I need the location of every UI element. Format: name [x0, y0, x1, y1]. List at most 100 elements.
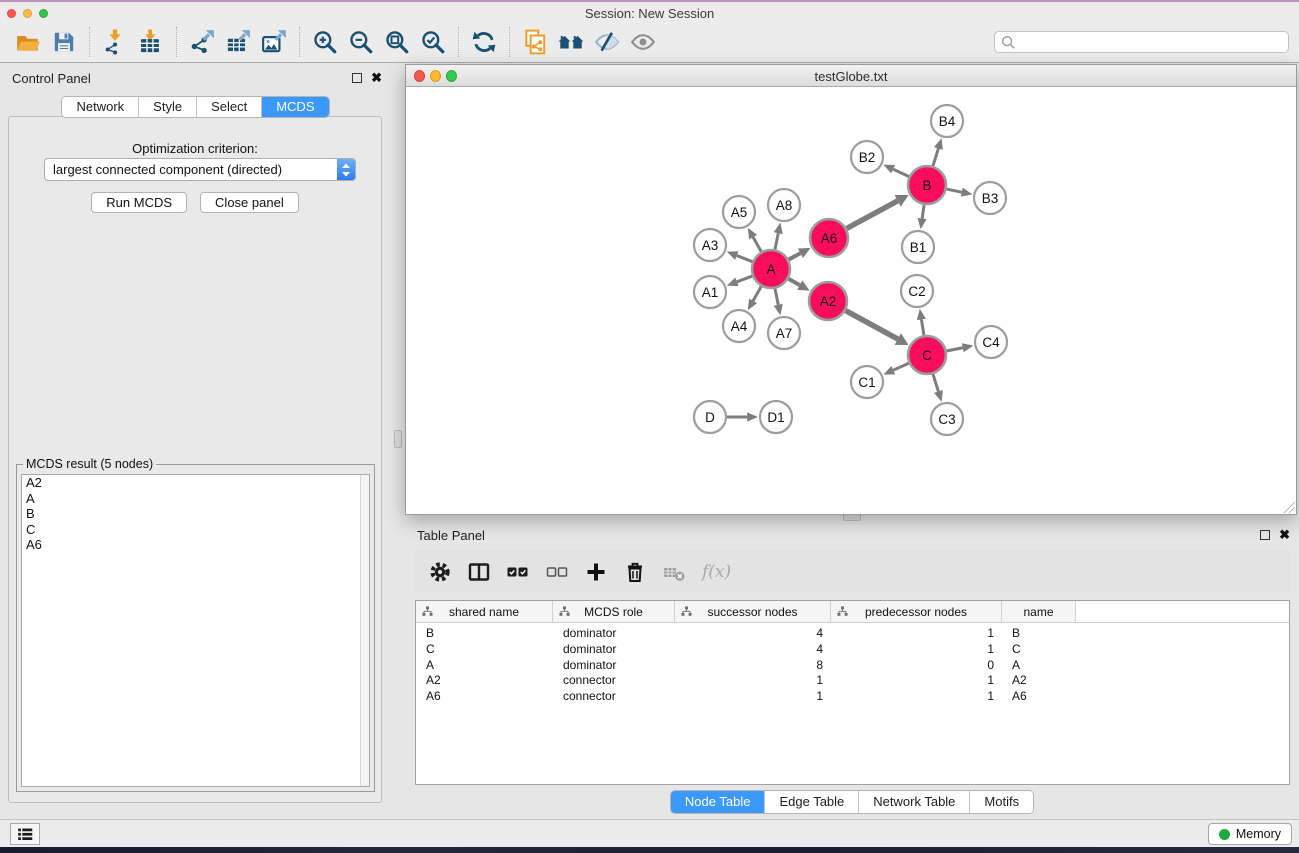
result-item[interactable]: A6 [22, 537, 369, 553]
edge-A6-B[interactable] [847, 201, 898, 229]
network-graph: AA1A3A4A5A7A8A6A2BB1B2B3B4CC1C2C3C4DD1 [406, 87, 1296, 515]
tab-node-table[interactable]: Node Table [671, 791, 766, 813]
search-input[interactable] [1016, 33, 1283, 51]
table-options-gear-button[interactable] [429, 561, 451, 583]
edge-C-C2[interactable] [921, 319, 923, 335]
node-label-C4: C4 [982, 335, 1000, 350]
toolbar-separator [509, 27, 510, 57]
new-network-from-selection-button[interactable] [517, 25, 553, 59]
export-network-button[interactable] [184, 25, 220, 59]
edge-B-B3[interactable] [947, 189, 962, 192]
table-row[interactable]: A6connector11A6 [416, 689, 1289, 705]
toolbar-separator [299, 27, 300, 57]
network-window-titlebar[interactable]: testGlobe.txt [406, 65, 1296, 87]
table-row[interactable]: Cdominator41C [416, 642, 1289, 658]
edge-A-A3[interactable] [737, 256, 753, 262]
mcds-result-list[interactable]: A2ABCA6 [21, 474, 370, 787]
tab-motifs[interactable]: Motifs [970, 791, 1033, 813]
edge-C-C1[interactable] [893, 363, 908, 370]
memory-status-dot [1219, 829, 1230, 840]
refresh-button[interactable] [466, 25, 502, 59]
edge-A-A4[interactable] [753, 286, 761, 300]
edge-A-A5[interactable] [753, 237, 761, 251]
mcds-result-group: MCDS result (5 nodes) A2ABCA6 [16, 464, 375, 792]
result-item[interactable]: C [22, 522, 369, 538]
import-table-button[interactable] [133, 25, 169, 59]
arrowhead-icon [747, 412, 758, 421]
network-canvas[interactable]: AA1A3A4A5A7A8A6A2BB1B2B3B4CC1C2C3C4DD1 [406, 87, 1296, 514]
memory-label: Memory [1236, 827, 1281, 841]
edge-A-A1[interactable] [737, 276, 752, 282]
table-header-row: shared nameMCDS rolesuccessor nodesprede… [416, 601, 1289, 623]
mcds-panel-body: Optimization criterion: largest connecte… [8, 116, 382, 803]
edge-A-A6[interactable] [789, 253, 801, 259]
table-row[interactable]: A2connector11A2 [416, 673, 1289, 689]
export-table-button[interactable] [220, 25, 256, 59]
node-label-A5: A5 [731, 205, 748, 220]
search-box[interactable] [994, 31, 1289, 53]
tab-network-table[interactable]: Network Table [859, 791, 970, 813]
node-label-C3: C3 [938, 412, 955, 427]
edge-A-A2[interactable] [788, 279, 799, 285]
edge-C-C3[interactable] [933, 374, 938, 391]
column-header-name[interactable]: name [1002, 601, 1076, 622]
table-row[interactable]: Adominator80A [416, 658, 1289, 674]
tab-select[interactable]: Select [197, 97, 262, 117]
window-resize-grip[interactable] [1283, 501, 1295, 513]
zoom-in-icon [312, 29, 338, 55]
hide-graphics-details-button[interactable] [589, 25, 625, 59]
memory-button[interactable]: Memory [1208, 823, 1292, 845]
control-panel-title: Control Panel [12, 71, 91, 86]
close-table-panel-icon[interactable]: ✖ [1279, 530, 1290, 540]
edge-A2-C[interactable] [846, 311, 898, 339]
zoom-fit-button[interactable] [379, 25, 415, 59]
optimization-criterion-dropdown[interactable]: largest connected component (directed) [44, 158, 356, 181]
edge-C-C4[interactable] [947, 348, 963, 351]
tab-network[interactable]: Network [62, 97, 139, 117]
open-session-button[interactable] [10, 25, 46, 59]
tab-style[interactable]: Style [139, 97, 197, 117]
tab-edge-table[interactable]: Edge Table [765, 791, 859, 813]
show-graphics-details-button[interactable] [625, 25, 661, 59]
result-list-scrollbar[interactable] [360, 475, 369, 786]
edge-B-B4[interactable] [933, 148, 938, 165]
column-header-predecessor-nodes[interactable]: predecessor nodes [831, 601, 1002, 622]
column-header-successor-nodes[interactable]: successor nodes [675, 601, 831, 622]
deselect-all-rows-button[interactable] [546, 561, 568, 583]
result-item[interactable]: A2 [22, 475, 369, 491]
export-image-button[interactable] [256, 25, 292, 59]
close-panel-icon[interactable]: ✖ [371, 73, 382, 83]
edge-A-A8[interactable] [775, 233, 778, 249]
tab-mcds[interactable]: MCDS [262, 97, 328, 117]
edge-B-B2[interactable] [893, 169, 909, 176]
node-label-C: C [922, 348, 932, 363]
edge-B-B1[interactable] [922, 205, 924, 219]
result-item[interactable]: A [22, 491, 369, 507]
delete-rows-button[interactable] [624, 561, 646, 583]
close-panel-button[interactable]: Close panel [200, 192, 299, 213]
node-table: shared nameMCDS rolesuccessor nodesprede… [415, 600, 1290, 785]
zoom-out-button[interactable] [343, 25, 379, 59]
save-session-button[interactable] [46, 25, 82, 59]
show-columns-button[interactable] [468, 561, 490, 583]
cyndex-home-button[interactable] [553, 25, 589, 59]
edge-A-A7[interactable] [775, 289, 778, 305]
zoom-selected-button[interactable] [415, 25, 451, 59]
run-mcds-button[interactable]: Run MCDS [91, 192, 187, 213]
add-column-button[interactable] [585, 561, 607, 583]
cell-name: C [1002, 642, 1076, 658]
column-header-MCDS-role[interactable]: MCDS role [553, 601, 675, 622]
float-table-panel-icon[interactable] [1260, 530, 1270, 540]
shared-column-icon [422, 606, 433, 620]
vertical-split-grip[interactable] [394, 430, 402, 448]
task-history-button[interactable] [10, 823, 40, 845]
result-item[interactable]: B [22, 506, 369, 522]
select-all-rows-button[interactable] [507, 561, 529, 583]
table-row[interactable]: Bdominator41B [416, 626, 1289, 642]
network-view-window: testGlobe.txt AA1A3A4A5A7A8A6A2BB1B2B3B4… [405, 64, 1297, 515]
column-header-shared-name[interactable]: shared name [416, 601, 553, 622]
arrowhead-icon [962, 343, 973, 352]
float-panel-icon[interactable] [352, 73, 362, 83]
zoom-in-button[interactable] [307, 25, 343, 59]
import-network-button[interactable] [97, 25, 133, 59]
